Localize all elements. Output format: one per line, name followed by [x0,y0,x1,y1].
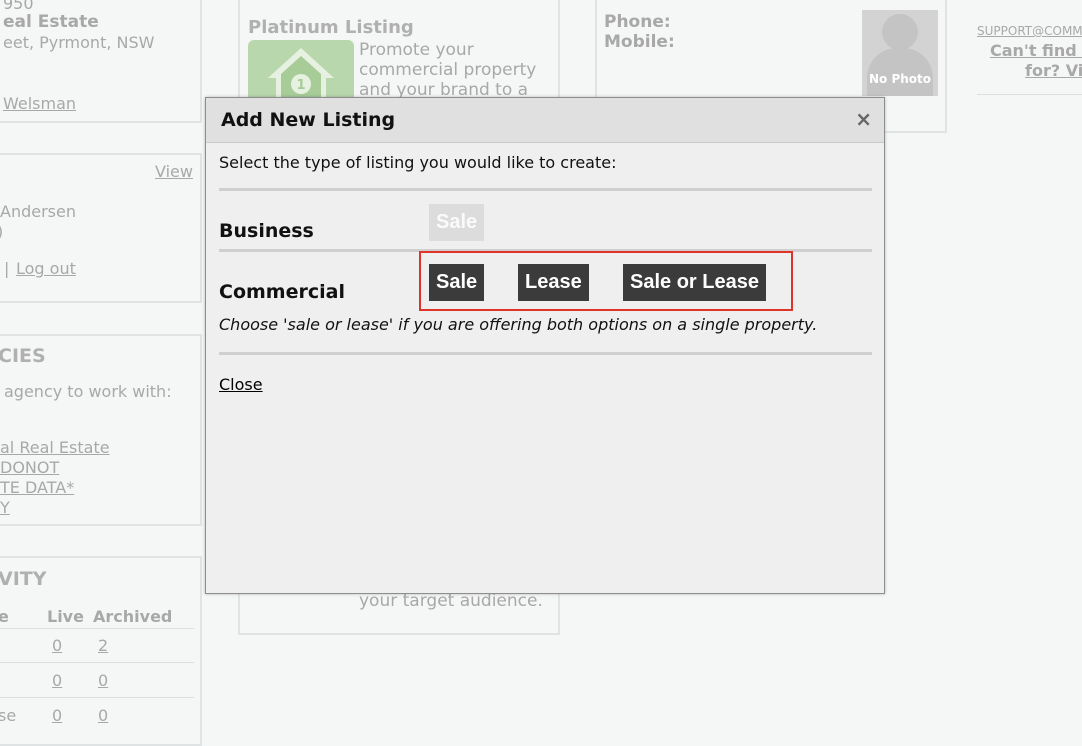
platinum-desc-2: commercial property [359,60,537,80]
platinum-footer: your target audience. [359,591,543,611]
agency-link-4[interactable]: Y [0,498,10,517]
activity-header-line [0,628,194,629]
add-new-listing-modal: Add New Listing × Select the type of lis… [205,97,885,594]
modal-prompt: Select the type of listing you would lik… [219,153,617,172]
user-paren: ) [0,222,3,241]
user-view-link[interactable]: View [155,162,193,181]
svg-text:1: 1 [296,78,305,93]
business-sale-button: Sale [429,204,485,241]
phone-label: Phone: [604,12,671,32]
support-help-link-2[interactable]: for? Visi [1025,61,1082,80]
activity-row1-line [0,662,194,663]
support-help-link-1[interactable]: Can't find w [990,41,1082,60]
modal-title: Add New Listing [221,109,396,131]
agency-address: eet, Pyrmont, NSW [3,33,155,52]
agency-name: eal Estate [3,12,99,32]
modal-header: Add New Listing × [206,98,884,143]
avatar: No Photo [862,10,938,96]
avatar-head-icon [882,14,918,50]
sale-or-lease-hint: Choose 'sale or lease' if you are offeri… [219,315,818,334]
agencies-heading: CIES [0,345,46,367]
activity-col-live: Live [47,607,84,626]
activity-row3-live[interactable]: 0 [52,706,62,725]
user-name: Andersen [0,202,76,221]
mobile-label: Mobile: [604,32,675,52]
activity-row1-archived[interactable]: 2 [98,636,108,655]
close-link[interactable]: Close [219,375,263,394]
platinum-title: Platinum Listing [248,17,414,38]
logout-link[interactable]: Log out [16,259,76,278]
agency-link-1[interactable]: al Real Estate [0,438,110,457]
activity-row3-archived[interactable]: 0 [98,706,108,725]
activity-row2-archived[interactable]: 0 [98,671,108,690]
commercial-lease-button[interactable]: Lease [518,264,589,301]
activity-heading: VITY [0,568,47,590]
support-email-link[interactable]: SUPPORT@COMM [977,24,1082,38]
activity-row2-line [0,697,194,698]
activity-row3-label: se [0,706,17,725]
agency-contact-link[interactable]: Welsman [3,94,76,113]
agencies-prompt: agency to work with: [4,382,172,401]
divider-bottom [219,352,872,355]
close-icon[interactable]: × [855,107,872,131]
commercial-label: Commercial [219,281,345,303]
support-divider [977,94,1082,95]
user-separator: | [4,259,10,278]
activity-col-archived: Archived [93,607,173,626]
commercial-sale-button[interactable]: Sale [429,264,485,301]
platinum-desc-1: Promote your [359,40,474,60]
commercial-sale-or-lease-button[interactable]: Sale or Lease [623,264,766,301]
agency-link-2[interactable]: DONOT [0,458,59,477]
agency-link-3[interactable]: TE DATA* [0,478,74,497]
activity-col-type: e [0,607,9,626]
activity-row1-live[interactable]: 0 [52,636,62,655]
divider-top [219,188,872,191]
no-photo-label: No Photo [868,72,932,86]
business-label: Business [219,220,314,242]
activity-row2-live[interactable]: 0 [52,671,62,690]
